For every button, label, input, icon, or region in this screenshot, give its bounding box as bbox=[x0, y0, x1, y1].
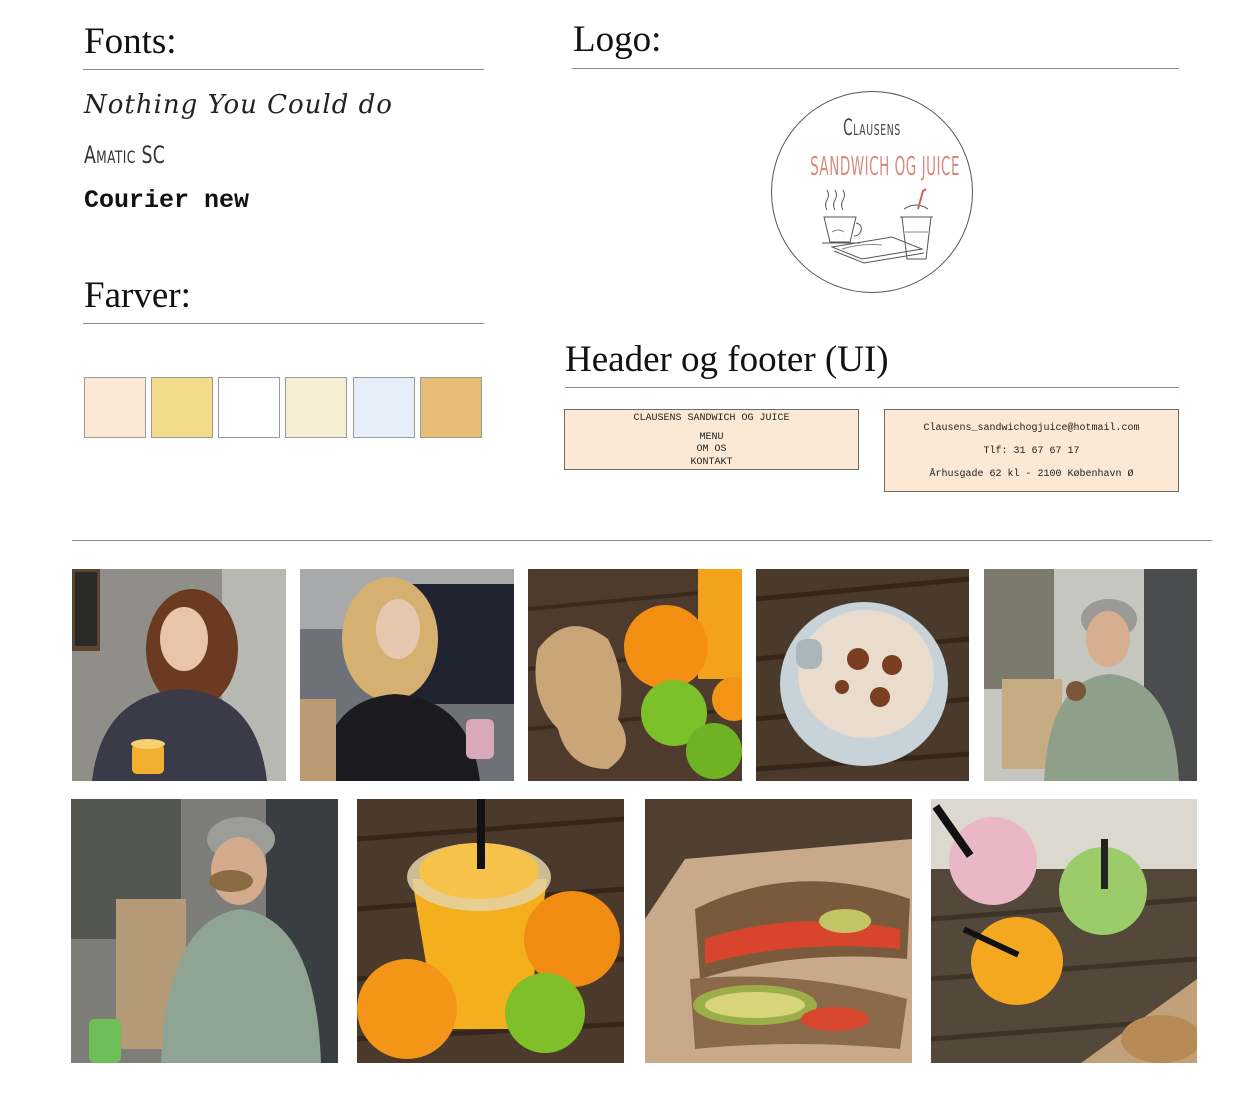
photo-orange-juice-with-fruit bbox=[357, 799, 624, 1063]
logo-heading: Logo: bbox=[573, 19, 662, 60]
color-swatch bbox=[218, 377, 280, 438]
logo-text-clausens: Clausens bbox=[843, 116, 901, 141]
colors-rule bbox=[83, 323, 484, 324]
nav-menu-link[interactable]: MENU bbox=[565, 433, 858, 443]
photo-cappuccino bbox=[756, 569, 969, 781]
header-mockup: CLAUSENS SANDWICH OG JUICE MENU OM OS KO… bbox=[564, 409, 859, 470]
color-swatch bbox=[285, 377, 347, 438]
photo-woman-eating-sandwich bbox=[71, 799, 338, 1063]
color-swatch bbox=[151, 377, 213, 438]
nav-om-os-link[interactable]: OM OS bbox=[565, 445, 858, 455]
footer-address: Århusgade 62 kl - 2100 København Ø bbox=[929, 469, 1134, 480]
section-divider bbox=[72, 540, 1212, 541]
ui-heading: Header og footer (UI) bbox=[565, 339, 889, 380]
font-sample-courier: Courier new bbox=[84, 186, 250, 215]
photo-smoothies-on-table bbox=[931, 799, 1197, 1063]
fonts-rule bbox=[83, 69, 484, 70]
color-swatch bbox=[84, 377, 146, 438]
logo-text-tagline: SANDWICH OG JUICE bbox=[810, 152, 961, 182]
ui-rule bbox=[565, 387, 1179, 388]
photo-sandwich-with-avocado bbox=[645, 799, 912, 1063]
color-swatch bbox=[353, 377, 415, 438]
footer-email[interactable]: Clausens_sandwichogjuice@hotmail.com bbox=[885, 424, 1178, 434]
fonts-heading: Fonts: bbox=[84, 21, 177, 62]
photo-woman-with-smoothie bbox=[300, 569, 514, 781]
cup-and-sandwich-illustration bbox=[822, 188, 933, 264]
header-brand-title: CLAUSENS SANDWICH OG JUICE bbox=[633, 413, 790, 424]
font-sample-amatic: Amatic SC bbox=[84, 141, 166, 169]
font-sample-handwriting: Nothing You Could do bbox=[84, 90, 393, 120]
brand-logo: Clausens SANDWICH OG JUICE bbox=[771, 91, 973, 293]
color-swatch bbox=[420, 377, 482, 438]
photo-ginger-oranges-limes bbox=[528, 569, 742, 781]
footer-phone: Tlf: 31 67 67 17 bbox=[983, 446, 1080, 457]
footer-mockup: Clausens_sandwichogjuice@hotmail.com Tlf… bbox=[884, 409, 1179, 492]
colors-heading: Farver: bbox=[84, 275, 191, 316]
logo-rule bbox=[572, 68, 1179, 69]
nav-kontakt-link[interactable]: KONTAKT bbox=[565, 458, 858, 468]
photo-woman-laughing bbox=[984, 569, 1197, 781]
photo-smiling-woman-with-juice bbox=[72, 569, 286, 781]
